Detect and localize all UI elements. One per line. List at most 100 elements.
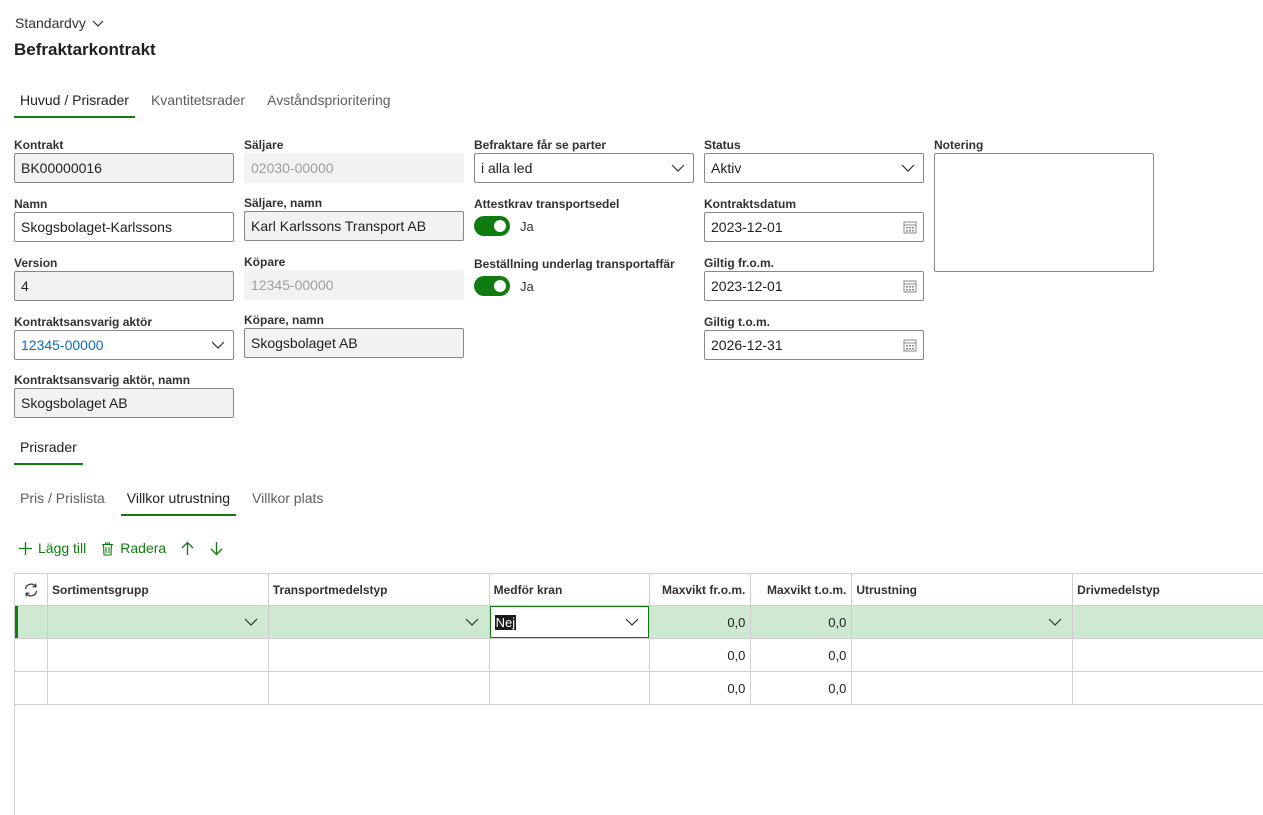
kontraktsdatum-label: Kontraktsdatum <box>704 197 797 211</box>
add-button[interactable]: Lägg till <box>18 540 86 556</box>
medfor-kran-value[interactable]: Nej <box>494 614 517 630</box>
delete-button[interactable]: Radera <box>100 540 166 556</box>
field-saljare: Säljare 02030-00000 <box>244 137 464 183</box>
column-header[interactable]: Sortimentsgrupp <box>48 574 269 605</box>
field-kopare: Köpare 12345-00000 <box>244 254 464 300</box>
version-input[interactable]: 4 <box>14 271 234 301</box>
giltig-from-label: Giltig fr.o.m. <box>704 256 775 270</box>
kontraktsansvarig-namn-input[interactable]: Skogsbolaget AB <box>14 388 234 418</box>
medfor-kran-cell[interactable] <box>490 639 651 671</box>
field-kontraktsdatum: Kontraktsdatum 2023-12-01 <box>704 196 924 242</box>
drivmedelstyp-cell[interactable] <box>1073 672 1263 704</box>
equipment-grid: Sortimentsgrupp Transportmedelstyp Medfö… <box>14 573 1263 815</box>
status-select[interactable]: Aktiv <box>704 153 924 183</box>
tab-kvantitetsrader[interactable]: Kvantitetsrader <box>145 90 251 118</box>
kontraktsansvarig-namn-label: Kontraktsansvarig aktör, namn <box>14 373 191 387</box>
kontraktsdatum-value[interactable]: 2023-12-01 <box>711 219 783 235</box>
column-header[interactable]: Utrustning <box>852 574 1074 605</box>
utrustning-cell[interactable] <box>852 606 1074 638</box>
kontraktsansvarig-value[interactable]: 12345-00000 <box>21 337 104 353</box>
column-header[interactable]: Medför kran <box>490 574 651 605</box>
namn-label: Namn <box>14 197 48 211</box>
maxvikt-tom-cell[interactable]: 0,0 <box>751 639 853 671</box>
attestkrav-toggle[interactable] <box>474 216 510 236</box>
table-row[interactable]: 0,0 0,0 <box>15 672 1263 705</box>
move-down-button[interactable] <box>209 541 224 556</box>
saljare-namn-label: Säljare, namn <box>244 196 323 210</box>
drivmedelstyp-cell[interactable] <box>1073 639 1263 671</box>
befraktare-parter-select[interactable]: i alla led <box>474 153 694 183</box>
kontraktsansvarig-select[interactable]: 12345-00000 <box>14 330 234 360</box>
utrustning-cell[interactable] <box>852 672 1074 704</box>
row-selector[interactable] <box>15 606 48 638</box>
sortimentsgrupp-cell[interactable] <box>48 672 269 704</box>
chevron-down-icon[interactable] <box>465 617 479 627</box>
medfor-kran-select[interactable]: Nej <box>489 606 650 638</box>
chevron-down-icon[interactable] <box>1048 617 1062 627</box>
calendar-icon[interactable] <box>903 220 917 234</box>
chevron-down-icon[interactable] <box>901 163 915 173</box>
maxvikt-from-cell[interactable]: 0,0 <box>650 639 752 671</box>
transportmedelstyp-cell[interactable] <box>269 639 490 671</box>
maxvikt-tom-cell[interactable]: 0,0 <box>751 606 853 638</box>
giltig-tom-input[interactable]: 2026-12-31 <box>704 330 924 360</box>
maxvikt-from-cell[interactable]: 0,0 <box>650 606 752 638</box>
column-header[interactable]: Drivmedelstyp <box>1073 574 1263 605</box>
tab-huvud-prisrader[interactable]: Huvud / Prisrader <box>14 90 135 118</box>
kontrakt-input[interactable]: BK00000016 <box>14 153 234 183</box>
kopare-namn-input[interactable]: Skogsbolaget AB <box>244 328 464 358</box>
sortimentsgrupp-cell[interactable] <box>48 606 269 638</box>
tab-avstandsprioritering[interactable]: Avståndsprioritering <box>261 90 396 118</box>
befraktare-parter-value[interactable]: i alla led <box>481 160 532 176</box>
table-row[interactable]: Nej 0,0 0,0 <box>15 606 1263 639</box>
notering-textarea[interactable] <box>934 153 1154 272</box>
row-selector[interactable] <box>15 639 48 671</box>
giltig-from-input[interactable]: 2023-12-01 <box>704 271 924 301</box>
section-tabs: Prisrader <box>14 437 93 465</box>
tab-pris-prislista[interactable]: Pris / Prislista <box>14 488 111 516</box>
field-bestallning: Beställning underlag transportaffär Ja <box>474 256 675 296</box>
medfor-kran-cell[interactable] <box>490 672 651 704</box>
bestallning-toggle[interactable] <box>474 276 510 296</box>
giltig-tom-value[interactable]: 2026-12-31 <box>711 337 783 353</box>
chevron-down-icon[interactable] <box>625 617 639 627</box>
namn-input[interactable]: Skogsbolaget-Karlssons <box>14 212 234 242</box>
kopare-namn-label: Köpare, namn <box>244 313 325 327</box>
chevron-down-icon[interactable] <box>671 163 685 173</box>
tab-prisrader[interactable]: Prisrader <box>14 437 83 465</box>
add-button-label: Lägg till <box>38 540 87 556</box>
kontraktsansvarig-label: Kontraktsansvarig aktör <box>14 315 153 329</box>
calendar-icon[interactable] <box>903 279 917 293</box>
field-notering: Notering <box>934 137 1154 272</box>
refresh-button[interactable] <box>15 574 48 605</box>
view-selector[interactable]: Standardvy <box>15 15 104 31</box>
kontraktsdatum-input[interactable]: 2023-12-01 <box>704 212 924 242</box>
column-header[interactable]: Maxvikt fr.o.m. <box>650 574 752 605</box>
calendar-icon[interactable] <box>903 338 917 352</box>
column-header[interactable]: Transportmedelstyp <box>269 574 490 605</box>
chevron-down-icon[interactable] <box>244 617 258 627</box>
giltig-from-value[interactable]: 2023-12-01 <box>711 278 783 294</box>
medfor-kran-cell[interactable]: Nej <box>489 606 651 638</box>
tab-villkor-utrustning[interactable]: Villkor utrustning <box>120 488 237 516</box>
sortimentsgrupp-cell[interactable] <box>48 639 269 671</box>
refresh-icon <box>24 583 38 596</box>
transportmedelstyp-cell[interactable] <box>269 606 490 638</box>
maxvikt-from-cell[interactable]: 0,0 <box>650 672 752 704</box>
tab-villkor-plats[interactable]: Villkor plats <box>246 488 329 516</box>
field-giltig-from: Giltig fr.o.m. 2023-12-01 <box>704 255 924 301</box>
kopare-input: 12345-00000 <box>244 270 464 300</box>
table-row[interactable]: 0,0 0,0 <box>15 639 1263 672</box>
saljare-namn-input[interactable]: Karl Karlssons Transport AB <box>244 211 464 241</box>
transportmedelstyp-cell[interactable] <box>269 672 490 704</box>
move-up-button[interactable] <box>180 541 195 556</box>
arrow-down-icon <box>210 541 223 555</box>
chevron-down-icon[interactable] <box>211 340 225 350</box>
row-selector[interactable] <box>15 672 48 704</box>
utrustning-cell[interactable] <box>852 639 1074 671</box>
bestallning-value: Ja <box>520 278 534 294</box>
status-value[interactable]: Aktiv <box>711 160 741 176</box>
maxvikt-tom-cell[interactable]: 0,0 <box>751 672 853 704</box>
drivmedelstyp-cell[interactable] <box>1073 606 1263 638</box>
column-header[interactable]: Maxvikt t.o.m. <box>751 574 853 605</box>
